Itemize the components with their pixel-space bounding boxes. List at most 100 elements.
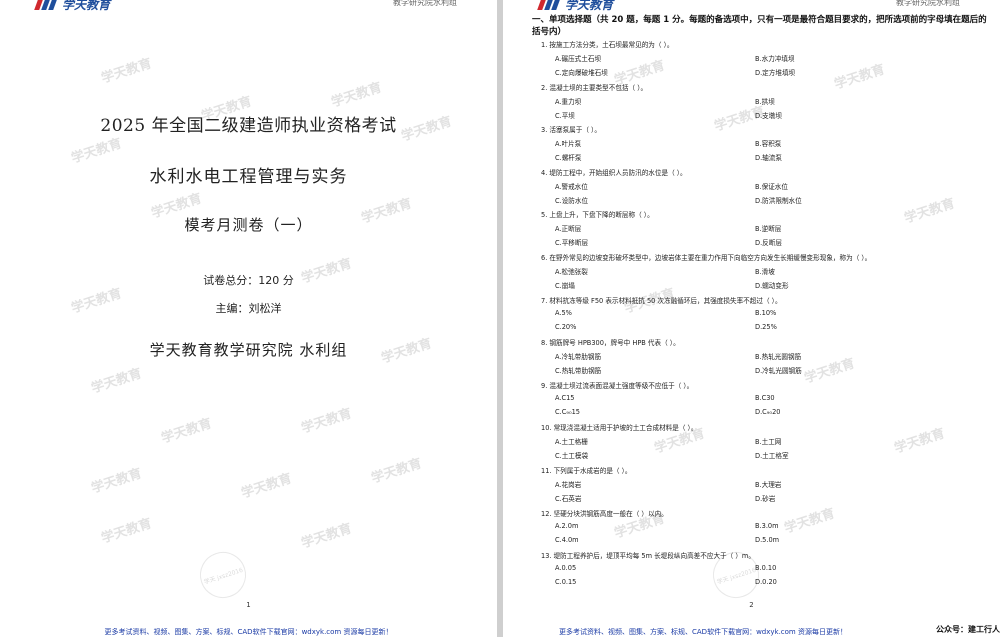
option-c: C.0.15 [555,578,577,587]
option-d: D.支墩坝 [755,111,782,120]
chief-editor: 主编：刘松洋 [215,302,282,315]
question-stem: 11. 下列属于水成岩的是（ ）。 [541,466,632,475]
public-account: 公众号：建工行人 [936,625,1000,634]
option-a: A.松弛张裂 [555,267,588,276]
option-b: B.热轧光圆钢筋 [755,353,802,362]
option-c: C.C₉₀15 [555,407,580,416]
question-stem: 3. 活塞泵属于（ ）。 [541,126,601,135]
option-b: B.土工网 [755,438,782,447]
footer-link[interactable]: 更多考试资料、视频、图集、方案、标规、CAD软件下载官网：wdxyk.com 资… [0,627,497,637]
question-stem: 12. 坚硬分块洪钢筋高度一般在（ ）以内。 [541,509,668,518]
question-item: 8. 钢筋牌号 HPB300，牌号中 HPB 代表（ ）。 A.冷轧带肋钢筋 B.热… [541,337,993,380]
option-a: A.正断层 [555,225,582,234]
paper-name: 模考月测卷（一） [184,216,313,234]
option-c: C.热轧带肋钢筋 [555,367,602,376]
watermark: 学天教育 [299,406,354,437]
option-b: B.水力冲填坝 [755,55,795,63]
option-a: A.重力坝 [555,97,582,106]
cover-page: 学天教育 教学研究院水利组 学天教育 学天教育 学天教育 学天教育 学天教育 学… [0,0,497,637]
question-stem: 1. 按施工方法分类，土石坝最常见的为（ ）。 [541,41,674,49]
brand-logo: 学天教育 [537,0,614,13]
question-item: 1. 按施工方法分类，土石坝最常见的为（ ）。 A.碾压式土石坝 B.水力冲填坝 C.… [541,39,993,82]
question-stem: 2. 混凝土坝的主要类型不包括（ ）。 [541,83,648,92]
brand-logo-icon [537,0,561,10]
option-d: D.定方堆填坝 [755,69,796,77]
brand-logo-text: 学天教育 [565,0,614,12]
watermark: 学天教育 [89,466,144,497]
question-item: 5. 上盘上升，下盘下降的断层称（ ）。 A.正断层 B.逆断层 C.平移断层 D.反断… [541,209,993,252]
option-b: B.保证水位 [755,182,788,191]
header-right-text: 教学研究院水利组 [393,0,457,7]
questions-page: 学天教育 教学研究院水利组 学天教育 学天教育 学天教育 学天教育 学天教育 学… [503,0,1000,637]
option-a: A.0.05 [555,564,577,573]
brand-logo: 学天教育 [34,0,111,13]
page-number: 2 [749,601,754,609]
option-c: C.螺杆泵 [555,154,582,163]
question-item: 7. 材料抗冻等级 F50 表示材料抵抗 50 次冻融循环后，其强度损失率不超过… [541,295,993,338]
question-list: 1. 按施工方法分类，土石坝最常见的为（ ）。 A.碾压式土石坝 B.水力冲填坝 C.… [541,39,993,593]
option-b: B.滑坡 [755,267,775,276]
option-c: C.石英岩 [555,494,582,503]
section-heading: 一、单项选择题（共 20 题，每题 1 分。每题的备选项中，只有一项是最符合题目… [532,15,987,37]
option-d: D.土工格室 [755,452,789,461]
question-stem: 10. 常现浇混凝土适用于护坡的土工合成材料是（ ）。 [541,424,698,433]
watermark: 学天教育 [239,471,294,502]
option-d: D.25% [755,322,777,331]
option-a: A.土工格栅 [555,438,588,447]
brand-logo-text: 学天教育 [62,0,111,12]
option-b: B.10% [755,308,777,317]
option-d: D.C₉₀20 [755,407,781,416]
question-item: 11. 下列属于水成岩的是（ ）。 A.花岗岩 B.大理岩 C.石英岩 D.砂岩 [541,465,993,508]
watermark: 学天教育 [369,456,424,487]
option-a: A.2.0m [555,521,579,530]
total-score: 试卷总分：120 分 [203,274,294,287]
option-a: A.5% [555,308,572,317]
option-b: B.C30 [755,393,775,402]
question-item: 3. 活塞泵属于（ ）。 A.叶片泵 B.容积泵 C.螺杆泵 D.轴流泵 [541,124,993,167]
watermark: 学天教育 [159,416,214,447]
option-c: C.4.0m [555,535,579,544]
option-a: A.花岗岩 [555,480,582,489]
option-c: C.土工模袋 [555,452,589,461]
option-b: B.3.0m [755,521,779,530]
option-c: C.平坝 [555,111,575,120]
question-item: 13. 堤防工程养护后，堤顶平均每 5m 长堤段纵向高差不应大于（ ）m。 A.0… [541,550,993,593]
question-item: 10. 常现浇混凝土适用于护坡的土工合成材料是（ ）。 A.土工格栅 B.土工网 C.… [541,422,993,465]
option-b: B.0.10 [755,564,777,573]
question-item: 9. 混凝土坝过流表面混凝土强度等级不应低于（ ）。 A.C15 B.C30 C.C₉… [541,380,993,423]
option-c: C.崩塌 [555,281,575,290]
footer-link[interactable]: 更多考试资料、视频、图集、方案、标规、CAD软件下载官网：wdxyk.com 资… [503,627,903,637]
watermark: 学天教育 [99,56,154,87]
subject-title: 水利水电工程管理与实务 [149,167,348,187]
question-stem: 8. 钢筋牌号 HPB300，牌号中 HPB 代表（ ）。 [541,339,680,348]
question-item: 12. 坚硬分块洪钢筋高度一般在（ ）以内。 A.2.0m B.3.0m C.4.0m… [541,508,993,551]
question-stem: 6. 在野外常见的边坡变形破坏类型中，边坡岩体主要在重力作用下向临空方向发生长期… [541,253,872,262]
option-d: D.冷轧光圆钢筋 [755,367,802,376]
option-a: A.碾压式土石坝 [555,55,602,63]
option-b: B.逆断层 [755,225,782,234]
question-stem: 9. 混凝土坝过流表面混凝土强度等级不应低于（ ）。 [541,381,694,390]
watermark: 学天教育 [299,521,354,552]
option-d: D.反断层 [755,239,782,248]
option-c: C.20% [555,322,577,331]
exam-title: 2025 年全国二级建造师执业资格考试 [100,116,397,136]
page-number: 1 [246,601,251,609]
option-d: D.防洪限制水位 [755,196,802,205]
option-b: B.拱坝 [755,97,775,106]
question-item: 6. 在野外常见的边坡变形破坏类型中，边坡岩体主要在重力作用下向临空方向发生长期… [541,252,993,295]
option-a: A.C15 [555,393,575,402]
option-c: C.设防水位 [555,196,589,205]
watermark-stamp: 学天 jxsz2016 [194,546,252,604]
question-stem: 4. 堤防工程中，开始组织人员防汛的水位是（ ）。 [541,168,687,177]
question-stem: 7. 材料抗冻等级 F50 表示材料抵抗 50 次冻融循环后，其强度损失率不超过… [541,296,782,305]
option-d: D.蠕动变形 [755,281,789,290]
watermark: 学天教育 [99,516,154,547]
watermark: 学天教育 [329,80,384,111]
watermark: 学天教育 [89,366,144,397]
option-d: D.轴流泵 [755,154,782,163]
option-d: D.0.20 [755,578,777,587]
option-d: D.砂岩 [755,494,776,503]
option-c: C.平移断层 [555,239,589,248]
brand-logo-icon [34,0,58,10]
option-d: D.5.0m [755,535,780,544]
